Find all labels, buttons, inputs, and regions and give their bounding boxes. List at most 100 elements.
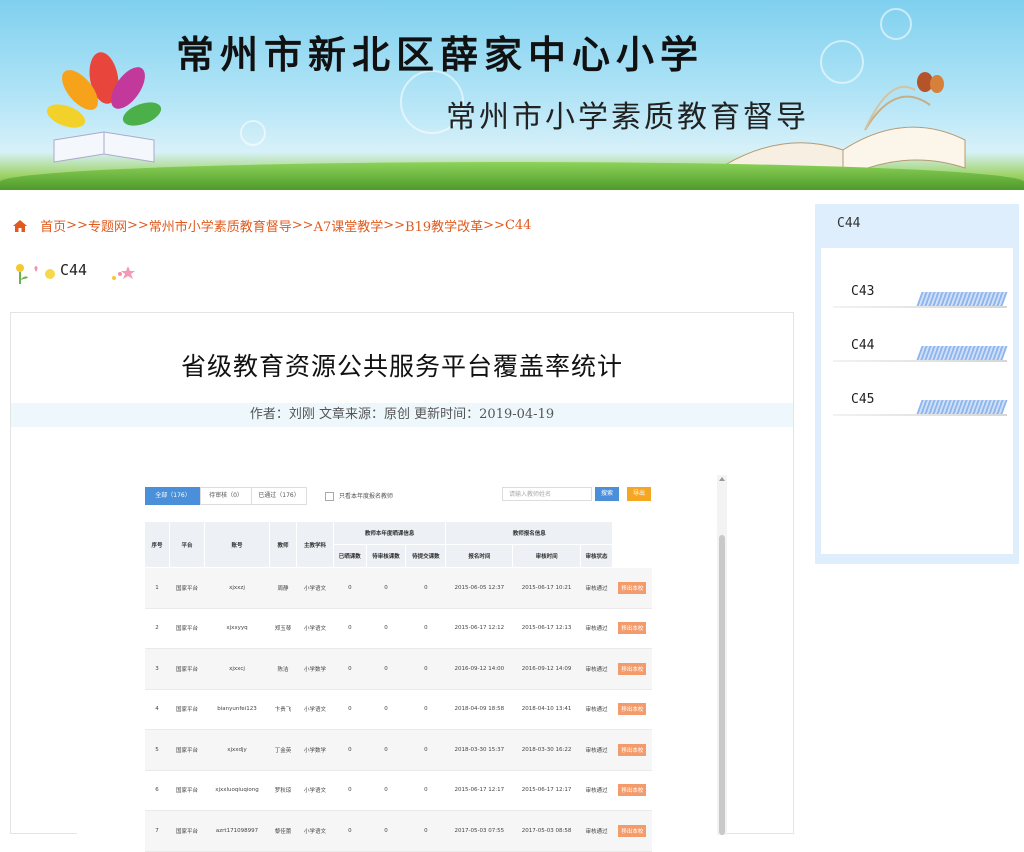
remove-button[interactable]: 移出本校 [618, 581, 647, 594]
checkbox-icon[interactable] [325, 492, 334, 501]
search-input[interactable]: 请输入教师姓名 [502, 487, 592, 501]
table-cell: 0 [405, 689, 446, 730]
table-cell: 周静 [269, 567, 297, 609]
breadcrumb-a7[interactable]: A7课堂教学 [314, 220, 384, 235]
breadcrumb-separator: >> [483, 218, 505, 233]
breadcrumb-separator: >> [291, 218, 314, 233]
table-cell: 审核通过 [580, 770, 613, 811]
remove-button[interactable]: 移出本校 [618, 824, 647, 837]
table-cell: 审核通过 [580, 689, 613, 730]
table-cell: 2015-06-17 10:21 [512, 567, 581, 609]
table-cell: 2015-06-05 12:37 [445, 567, 513, 609]
table-cell: 丁金英 [269, 729, 297, 771]
sidebar: C44 C43 C44 C45 [815, 204, 1019, 564]
export-button[interactable]: 导出 [627, 487, 651, 501]
table-cell-action[interactable]: 移出本校 [612, 810, 652, 852]
star-decor-icon [112, 266, 135, 280]
remove-button[interactable]: 移出本校 [618, 622, 647, 635]
table-cell-action[interactable]: 移出本校 [612, 648, 652, 690]
current-year-filter[interactable]: 只看本年度报名教师 [325, 491, 393, 501]
table-cell-action[interactable]: 移出本校 [612, 770, 652, 811]
table-cell: 0 [333, 729, 367, 771]
table-cell: 0 [333, 770, 367, 811]
table-cell: 2018-04-10 13:41 [512, 689, 581, 730]
table-cell: 卞贵飞 [269, 689, 297, 730]
table-cell: 小学语文 [296, 810, 334, 852]
sidebar-item-label[interactable]: C45 [851, 392, 874, 407]
remove-button[interactable]: 移出本校 [618, 784, 647, 797]
scroll-up-icon[interactable] [719, 477, 725, 481]
breadcrumb-home[interactable]: 首页 [40, 220, 66, 235]
table-cell-action[interactable]: 移出本校 [612, 689, 652, 730]
table-cell: 2018-04-09 18:58 [445, 689, 513, 730]
table-cell: 0 [333, 689, 367, 730]
decor-stripe [916, 346, 1008, 360]
table-cell: 审核通过 [580, 729, 613, 771]
table-cell-action[interactable]: 移出本校 [612, 608, 652, 649]
table-cell: 2015-06-17 12:12 [445, 608, 513, 649]
col-header: 审核状态 [579, 544, 614, 568]
site-banner: 常州市新北区薛家中心小学 常州市小学素质教育督导 [0, 0, 1024, 190]
table-cell: 0 [405, 770, 446, 811]
table-cell: 0 [366, 608, 406, 649]
table-cell: 审核通过 [580, 608, 613, 649]
decor-stripe [916, 400, 1008, 414]
table-row: 7 国家平台 azrt171098997 黎佳蕾 小学语文 0 0 0 2017-05-03 0… [144, 810, 652, 852]
table-row: 1 国家平台 xjxxzj 周静 小学语文 0 0 0 2015-06-05 12:37 2015… [144, 567, 652, 609]
scrollbar-thumb[interactable] [719, 535, 725, 835]
search-button[interactable]: 搜索 [595, 487, 619, 501]
remove-button[interactable]: 移出本校 [618, 743, 647, 756]
sidebar-item-c45[interactable]: C45 [833, 386, 1008, 416]
scrollbar[interactable] [717, 475, 727, 835]
table-cell: 国家平台 [169, 689, 205, 730]
table-cell-action[interactable]: 移出本校 [612, 729, 652, 771]
tab-all[interactable]: 全部（176） [145, 487, 201, 505]
table-cell: 6 [144, 770, 170, 811]
table-cell: 2016-09-12 14:09 [512, 648, 581, 690]
decor-bubble [240, 120, 266, 146]
article-title: 省级教育资源公共服务平台覆盖率统计 [180, 352, 623, 381]
col-header: 已晒课数 [333, 544, 367, 568]
section-title-text: C44 [60, 261, 88, 279]
table-row: 2 国家平台 xjxxyyq 郑玉琴 小学语文 0 0 0 2015-06-17 12:12 20… [144, 608, 652, 649]
breadcrumb-c44[interactable]: C44 [505, 218, 532, 233]
remove-button[interactable]: 移出本校 [618, 703, 647, 716]
table-cell: 0 [366, 567, 406, 609]
sidebar-item-c43[interactable]: C43 [833, 278, 1008, 308]
breadcrumb-topics[interactable]: 专题网 [88, 220, 127, 235]
table-cell: 国家平台 [169, 648, 205, 690]
school-logo-icon [46, 52, 162, 163]
table-cell: 小学数学 [296, 729, 334, 771]
divider [833, 360, 1007, 362]
sidebar-item-label[interactable]: C44 [851, 338, 874, 353]
table-cell: 国家平台 [169, 608, 205, 649]
home-icon[interactable] [12, 219, 28, 233]
divider [833, 414, 1007, 416]
col-header-group: 教师报名信息 [445, 521, 614, 545]
table-cell: 陈洁 [269, 648, 297, 690]
table-cell: 0 [333, 810, 367, 852]
table-cell: 2017-05-03 08:58 [512, 810, 581, 852]
sidebar-item-c44[interactable]: C44 [833, 332, 1008, 362]
breadcrumb-supervision[interactable]: 常州市小学素质教育督导 [149, 220, 292, 235]
table-cell: 2 [144, 608, 170, 649]
checkbox-label: 只看本年度报名教师 [339, 493, 394, 500]
table-cell: 0 [333, 608, 367, 649]
tab-pending[interactable]: 待审核（0） [200, 487, 252, 505]
remove-button[interactable]: 移出本校 [618, 662, 647, 675]
table-cell: 3 [144, 648, 170, 690]
tab-approved[interactable]: 已通过（176） [251, 487, 307, 505]
table-cell: 小学语文 [296, 770, 334, 811]
table-cell: 0 [366, 689, 406, 730]
sidebar-item-label[interactable]: C43 [851, 284, 874, 299]
table-cell: 小学语文 [296, 608, 334, 649]
breadcrumb-b19[interactable]: B19教学改革 [405, 220, 483, 235]
table-cell: 罗秋琼 [269, 770, 297, 811]
table-cell: 0 [405, 729, 446, 771]
table-cell-action[interactable]: 移出本校 [612, 567, 652, 609]
table-cell: bianyunfei123 [204, 689, 270, 730]
col-header: 审核时间 [512, 544, 581, 568]
table-cell: azrt171098997 [204, 810, 270, 852]
table-cell: 国家平台 [169, 567, 205, 609]
table-cell: 0 [366, 770, 406, 811]
